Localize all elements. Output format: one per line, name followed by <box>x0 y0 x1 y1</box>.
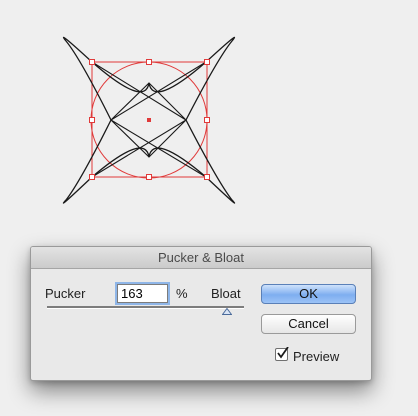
pucker-bloat-slider[interactable] <box>47 306 244 309</box>
preview-checkbox[interactable] <box>275 347 289 361</box>
handle-bottom-right <box>204 174 210 180</box>
preview-label: Preview <box>293 349 340 364</box>
handle-middle-left <box>89 117 95 123</box>
handle-top-left <box>89 59 95 65</box>
distorted-star-artwork <box>62 36 236 204</box>
ok-button[interactable]: OK <box>261 284 356 304</box>
dialog-title: Pucker & Bloat <box>31 247 371 269</box>
handle-top-right <box>204 59 210 65</box>
artboard-canvas[interactable] <box>0 0 418 240</box>
checkmark-icon <box>277 347 289 359</box>
pucker-label: Pucker <box>45 286 86 301</box>
handle-bottom-left <box>89 174 95 180</box>
center-point-icon <box>147 118 151 122</box>
handle-middle-right <box>204 117 210 123</box>
percent-label: % <box>176 286 188 301</box>
bloat-label: Bloat <box>211 286 241 301</box>
pucker-bloat-dialog: Pucker & Bloat Pucker % Bloat OK Cancel … <box>30 246 372 381</box>
handle-bottom-center <box>146 174 152 180</box>
cancel-button[interactable]: Cancel <box>261 314 356 334</box>
amount-input[interactable] <box>117 284 168 303</box>
slider-thumb-icon[interactable] <box>222 308 232 315</box>
handle-top-center <box>146 59 152 65</box>
